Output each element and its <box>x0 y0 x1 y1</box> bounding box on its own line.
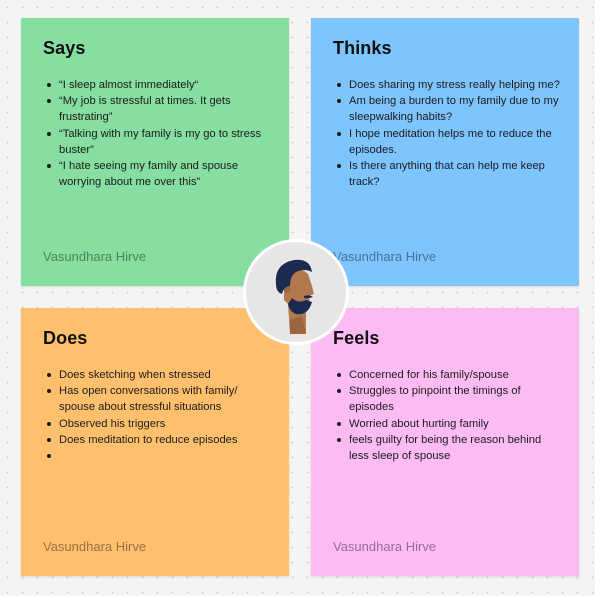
list-item: Does sharing my stress really helping me… <box>337 77 561 93</box>
list-item: “My job is stressful at times. It gets f… <box>47 93 271 125</box>
list-item: Am being a burden to my family due to my… <box>337 93 561 125</box>
list-item: Has open conversations with family/ spou… <box>47 383 271 415</box>
sticky-note-says[interactable]: Says “I sleep almost immediately“ “My jo… <box>21 18 289 286</box>
list-item-empty <box>47 448 271 464</box>
note-author-does: Vasundhara Hirve <box>43 539 147 554</box>
list-item: Does sketching when stressed <box>47 367 271 383</box>
note-title-feels: Feels <box>333 328 380 348</box>
note-title-does: Does <box>43 328 88 348</box>
note-list-feels: Concerned for his family/spouse Struggle… <box>333 367 561 464</box>
list-item: “I hate seeing my family and spouse worr… <box>47 158 271 190</box>
list-item: “Talking with my family is my go to stre… <box>47 126 271 158</box>
list-item: Concerned for his family/spouse <box>337 367 561 383</box>
list-item: Does meditation to reduce episodes <box>47 432 271 448</box>
list-item: feels guilty for being the reason behind… <box>337 432 561 464</box>
note-author-says: Vasundhara Hirve <box>43 249 147 264</box>
list-item: I hope meditation helps me to reduce the… <box>337 126 561 158</box>
note-list-says: “I sleep almost immediately“ “My job is … <box>43 77 271 190</box>
user-avatar-icon <box>275 259 314 334</box>
note-author-thinks: Vasundhara Hirve <box>333 249 437 264</box>
list-item: “I sleep almost immediately“ <box>47 77 271 93</box>
sticky-note-does[interactable]: Does Does sketching when stressed Has op… <box>21 308 289 576</box>
list-item: Worried about hurting family <box>337 416 561 432</box>
note-list-does: Does sketching when stressed Has open co… <box>43 367 271 464</box>
note-list-thinks: Does sharing my stress really helping me… <box>333 77 561 190</box>
note-author-feels: Vasundhara Hirve <box>333 539 437 554</box>
list-item: Struggles to pinpoint the timings of epi… <box>337 383 561 415</box>
note-title-thinks: Thinks <box>333 38 392 58</box>
list-item: Observed his triggers <box>47 416 271 432</box>
sticky-note-thinks[interactable]: Thinks Does sharing my stress really hel… <box>311 18 579 286</box>
note-title-says: Says <box>43 38 86 58</box>
persona-avatar[interactable] <box>246 242 346 342</box>
list-item: Is there anything that can help me keep … <box>337 158 561 190</box>
sticky-note-feels[interactable]: Feels Concerned for his family/spouse St… <box>311 308 579 576</box>
